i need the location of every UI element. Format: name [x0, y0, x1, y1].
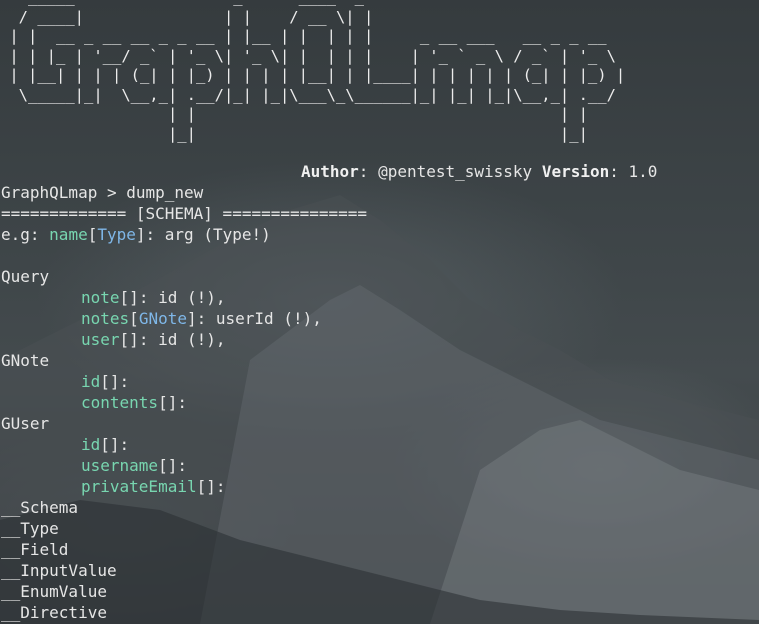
graphqlmap-ascii-banner: _____ _ ____ _ / ____| | | / __ \| | | |…: [9, 0, 626, 143]
field-row: contents[]:: [81, 393, 187, 412]
example-name: name: [49, 225, 88, 244]
field-name: privateEmail: [81, 477, 197, 496]
field-row: notes[GNote]: userId (!),: [81, 309, 322, 328]
field-row: id[]:: [81, 372, 130, 391]
version-value: : 1.0: [609, 162, 658, 181]
field-row: user[]: id (!),: [81, 330, 226, 349]
meta-type: __Type: [1, 519, 59, 538]
example-bracket-open: [: [87, 225, 98, 244]
author-version-line: Author: @pentest_swissky Version: 1.0: [301, 163, 657, 181]
example-prefix: e.g:: [1, 225, 50, 244]
version-label: Version: [541, 162, 610, 181]
meta-type: __Directive: [1, 603, 107, 622]
schema-example-line: e.g: name[Type]: arg (Type!): [1, 224, 367, 245]
field-name: notes: [81, 309, 130, 328]
field-args: :: [119, 435, 130, 454]
field-name: note: [81, 288, 120, 307]
field-type: GNote: [138, 309, 187, 328]
field-name: user: [81, 330, 120, 349]
type-name-gnote: GNote: [1, 351, 50, 370]
terminal-window[interactable]: _____ _ ____ _ / ____| | | / __ \| | | |…: [0, 0, 759, 624]
field-name: username: [81, 456, 159, 475]
example-rest: : arg (Type!): [145, 225, 271, 244]
example-type: Type: [97, 225, 136, 244]
field-args: : id (!),: [138, 330, 226, 349]
meta-type: __InputValue: [1, 561, 117, 580]
field-args: :: [215, 477, 226, 496]
terminal-output: GraphQLmap > dump_new ============= [SCH…: [1, 182, 367, 623]
field-row: privateEmail[]:: [81, 477, 226, 496]
meta-type: __Field: [1, 540, 69, 559]
type-name-guser: GUser: [1, 414, 50, 433]
field-args: : userId (!),: [196, 309, 322, 328]
field-args: : id (!),: [138, 288, 226, 307]
field-row: id[]:: [81, 435, 130, 454]
author-value: : @pentest_swissky: [358, 162, 542, 181]
prompt-command-line[interactable]: GraphQLmap > dump_new: [1, 182, 367, 203]
example-bracket-close: ]: [135, 225, 146, 244]
meta-type: __EnumValue: [1, 582, 107, 601]
schema-header: ============= [SCHEMA] ===============: [1, 204, 368, 223]
field-row: username[]:: [81, 456, 187, 475]
field-name: contents: [81, 393, 159, 412]
field-name: id: [81, 372, 101, 391]
field-name: id: [81, 435, 101, 454]
author-label: Author: [301, 162, 359, 181]
field-args: :: [177, 393, 187, 412]
type-name-query: Query: [1, 267, 50, 286]
field-row: note[]: id (!),: [81, 288, 226, 307]
field-args: :: [177, 456, 187, 475]
meta-type: __Schema: [1, 498, 79, 517]
field-args: :: [119, 372, 130, 391]
